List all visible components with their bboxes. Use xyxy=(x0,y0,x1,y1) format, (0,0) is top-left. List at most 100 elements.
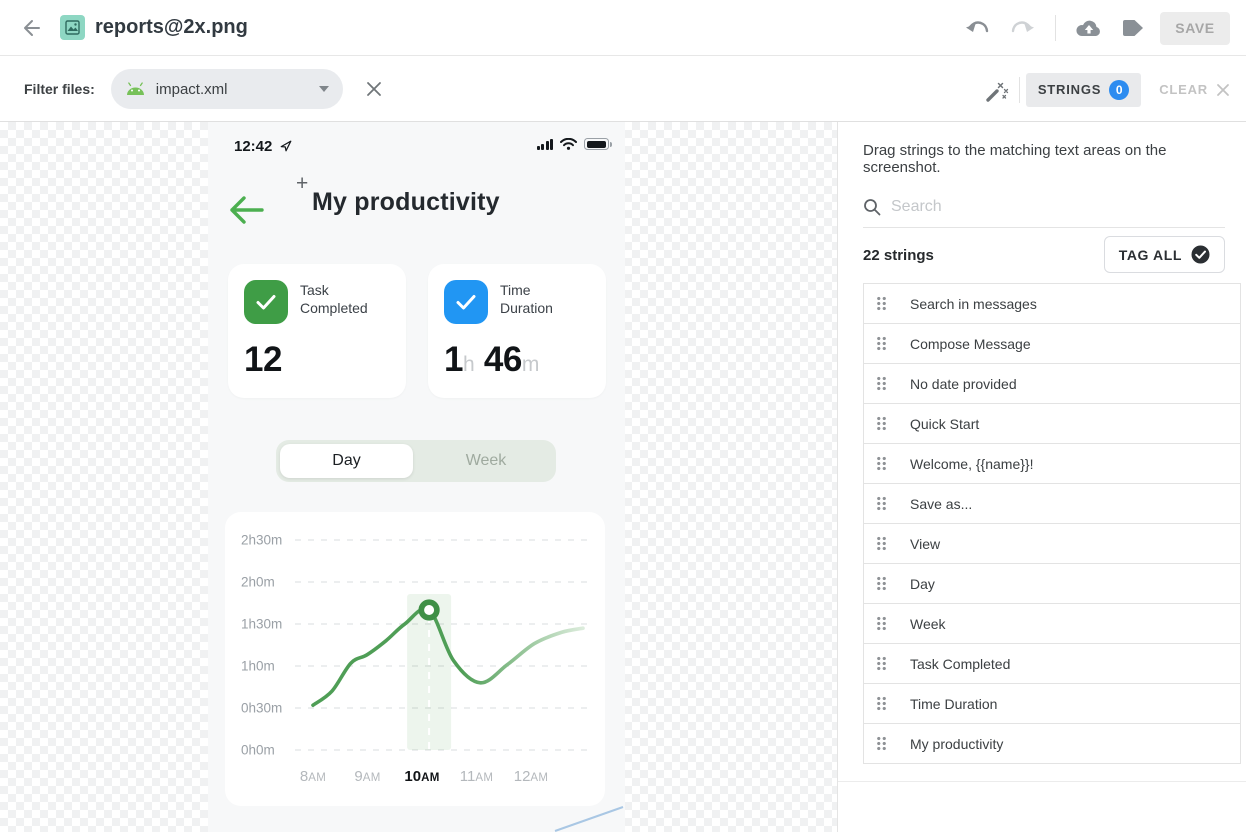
strings-label: STRINGS xyxy=(1038,82,1101,97)
string-text: Save as... xyxy=(910,496,972,512)
drag-handle-icon[interactable] xyxy=(876,616,887,631)
filter-bar: Filter files: impact.xml xyxy=(0,57,1246,122)
save-button[interactable]: SAVE xyxy=(1160,12,1230,45)
location-arrow-icon xyxy=(280,140,292,152)
phone-screen-title[interactable]: My productivity xyxy=(312,188,500,217)
drag-handle-icon[interactable] xyxy=(876,296,887,311)
phone-back-arrow-icon xyxy=(226,194,266,226)
strings-panel: Drag strings to the matching text areas … xyxy=(837,122,1246,832)
y-axis-tick: 2h30m xyxy=(241,533,303,548)
string-list-item[interactable]: Day xyxy=(864,564,1240,604)
string-list-item[interactable]: View xyxy=(864,524,1240,564)
string-list-item[interactable]: Search in messages xyxy=(864,284,1240,324)
selected-file-name: impact.xml xyxy=(156,81,319,98)
string-text: Welcome, {{name}}! xyxy=(910,456,1033,472)
drag-handle-icon[interactable] xyxy=(876,416,887,431)
drag-handle-icon[interactable] xyxy=(876,656,887,671)
x-axis-tick: 11AM xyxy=(460,768,493,785)
redo-icon xyxy=(1010,19,1034,37)
string-text: Day xyxy=(910,576,935,592)
search-icon xyxy=(863,198,881,216)
string-text: My productivity xyxy=(910,736,1003,752)
count-row: 22 strings TAG ALL xyxy=(863,234,1225,276)
page-title: reports@2x.png xyxy=(95,16,248,39)
string-list-item[interactable]: No date provided xyxy=(864,364,1240,404)
drag-handle-icon[interactable] xyxy=(876,376,887,391)
x-axis-tick: 9AM xyxy=(354,768,380,785)
magic-wand-icon xyxy=(983,77,1009,103)
cellular-signal-icon xyxy=(537,139,554,150)
productivity-chart-card[interactable]: 2h30m2h0m1h30m1h0m0h30m0h0m 8AM9AM10AM11… xyxy=(225,512,605,806)
search-bar xyxy=(863,186,1225,228)
wifi-icon xyxy=(560,138,577,150)
auto-tag-wand-button[interactable] xyxy=(979,73,1013,107)
string-text: Compose Message xyxy=(910,336,1031,352)
string-list-item[interactable]: Welcome, {{name}}! xyxy=(864,444,1240,484)
toggle-day[interactable]: Day xyxy=(280,444,413,478)
file-filter-dropdown[interactable]: impact.xml xyxy=(111,69,343,109)
check-circle-icon xyxy=(1191,245,1210,264)
drag-handle-icon[interactable] xyxy=(876,736,887,751)
strings-filter-button[interactable]: STRINGS 0 xyxy=(1026,73,1141,107)
upload-button[interactable] xyxy=(1072,11,1106,45)
android-icon xyxy=(125,82,146,96)
string-list-item[interactable]: Task Completed xyxy=(864,644,1240,684)
x-axis-tick: 12AM xyxy=(514,768,549,785)
strings-count-badge: 0 xyxy=(1109,80,1129,100)
string-list-item[interactable]: My productivity xyxy=(864,724,1240,764)
transparency-canvas: 12:42 xyxy=(0,122,837,832)
toggle-week[interactable]: Week xyxy=(416,440,556,482)
string-text: Time Duration xyxy=(910,696,997,712)
search-input[interactable] xyxy=(891,198,1225,216)
drag-handle-icon[interactable] xyxy=(876,696,887,711)
drag-handle-icon[interactable] xyxy=(876,576,887,591)
panel-instruction: Drag strings to the matching text areas … xyxy=(863,142,1233,176)
tag-button[interactable] xyxy=(1116,11,1150,45)
filter-divider xyxy=(1019,77,1020,103)
green-check-icon xyxy=(244,280,288,324)
chart-peak-marker xyxy=(421,602,437,618)
x-axis-tick: 8AM xyxy=(300,768,326,785)
string-list-item[interactable]: Week xyxy=(864,604,1240,644)
clear-strings-button[interactable]: CLEAR xyxy=(1159,82,1230,97)
redo-button[interactable] xyxy=(1005,11,1039,45)
drag-handle-icon[interactable] xyxy=(876,536,887,551)
tag-icon xyxy=(1121,19,1145,37)
string-list-item[interactable]: Quick Start xyxy=(864,404,1240,444)
string-list-item[interactable]: Compose Message xyxy=(864,324,1240,364)
card-label[interactable]: Task Completed xyxy=(300,280,376,318)
tag-all-button[interactable]: TAG ALL xyxy=(1104,236,1225,273)
time-duration-card[interactable]: Time Duration 1h 46m xyxy=(428,264,606,398)
phone-screenshot[interactable]: 12:42 xyxy=(208,122,625,832)
time-duration-value: 1h 46m xyxy=(444,340,539,380)
task-completed-card[interactable]: Task Completed 12 xyxy=(228,264,406,398)
tag-marker-plus[interactable]: + xyxy=(296,172,308,196)
string-text: Task Completed xyxy=(910,656,1010,672)
drag-handle-icon[interactable] xyxy=(876,456,887,471)
string-text: Quick Start xyxy=(910,416,979,432)
string-list-item[interactable]: Time Duration xyxy=(864,684,1240,724)
filter-files-label: Filter files: xyxy=(24,81,95,97)
cloud-upload-icon xyxy=(1075,18,1103,38)
next-chart-fragment-line xyxy=(553,804,625,832)
clear-file-filter-button[interactable] xyxy=(357,72,391,106)
string-list-item[interactable]: Save as... xyxy=(864,484,1240,524)
back-button[interactable] xyxy=(16,14,44,42)
main-area: 12:42 xyxy=(0,122,1246,832)
blue-check-icon xyxy=(444,280,488,324)
y-axis-tick: 2h0m xyxy=(241,575,303,590)
y-axis-tick: 0h30m xyxy=(241,701,303,716)
day-week-toggle[interactable]: Day Week xyxy=(276,440,556,482)
string-text: No date provided xyxy=(910,376,1017,392)
drag-handle-icon[interactable] xyxy=(876,336,887,351)
status-time: 12:42 xyxy=(234,138,272,155)
toolbar-divider xyxy=(1055,15,1056,41)
close-icon xyxy=(365,80,383,98)
drag-handle-icon[interactable] xyxy=(876,496,887,511)
chevron-down-icon xyxy=(319,86,329,92)
tag-all-label: TAG ALL xyxy=(1119,247,1182,263)
undo-button[interactable] xyxy=(961,11,995,45)
card-label[interactable]: Time Duration xyxy=(500,280,576,318)
string-text: View xyxy=(910,536,940,552)
back-arrow-icon xyxy=(19,17,41,39)
